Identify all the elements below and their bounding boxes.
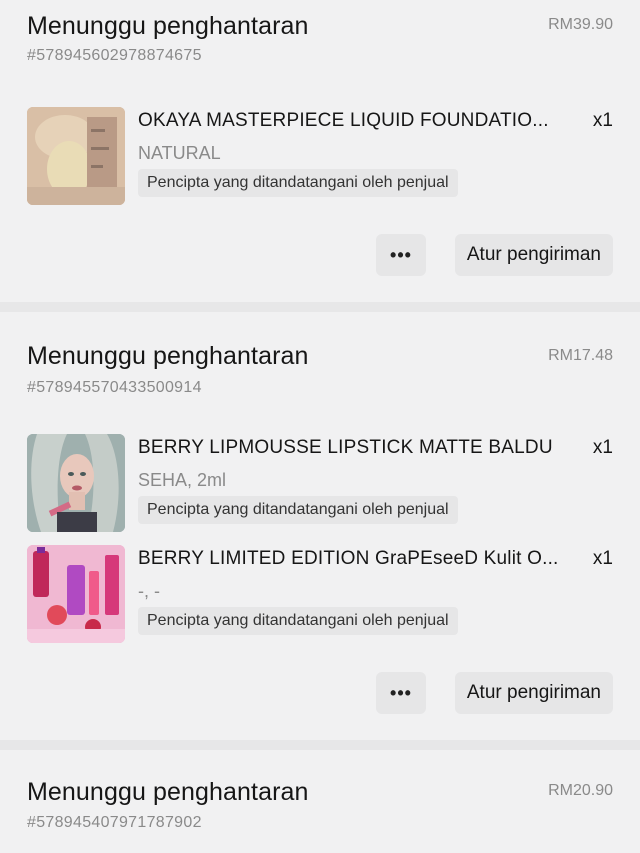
order-card[interactable]: Menunggu penghantaran #57894560297887467… [0, 0, 640, 302]
order-status: Menunggu penghantaran [27, 12, 309, 40]
arrange-shipment-button[interactable]: Atur pengiriman [454, 672, 613, 714]
order-actions: ••• Atur pengiriman [27, 660, 613, 740]
order-list: Menunggu penghantaran #57894560297887467… [0, 0, 640, 852]
product-thumbnail[interactable] [27, 545, 125, 643]
product-item[interactable]: BERRY LIPMOUSSE LIPSTICK MATTE BALDU x1 … [27, 434, 613, 545]
product-quantity: x1 [592, 437, 613, 458]
order-card[interactable]: Menunggu penghantaran #57894540797178790… [0, 772, 640, 852]
more-options-button[interactable]: ••• [376, 672, 426, 714]
order-actions: ••• Atur pengiriman [27, 222, 613, 302]
order-price: RM17.48 [548, 347, 613, 364]
order-header: Menunggu penghantaran #57894540797178790… [27, 772, 613, 852]
order-header: Menunggu penghantaran #57894560297887467… [27, 0, 613, 80]
product-item[interactable]: BERRY LIMITED EDITION GraPEseeD Kulit O.… [27, 545, 613, 656]
product-quantity: x1 [592, 548, 613, 569]
product-variant: NATURAL [138, 143, 221, 163]
product-thumbnail[interactable] [27, 434, 125, 532]
seller-tag: Pencipta yang ditandatangani oleh penjua… [138, 607, 458, 635]
order-status: Menunggu penghantaran [27, 342, 309, 370]
arrange-shipment-button[interactable]: Atur pengiriman [454, 234, 613, 276]
product-name[interactable]: BERRY LIPMOUSSE LIPSTICK MATTE BALDU [138, 437, 568, 459]
product-name[interactable]: OKAYA MASTERPIECE LIQUID FOUNDATIO... [138, 110, 568, 132]
order-card[interactable]: Menunggu penghantaran #57894557043350091… [0, 332, 640, 740]
product-thumbnail[interactable] [27, 107, 125, 205]
product-variant: -, - [138, 581, 160, 601]
seller-tag: Pencipta yang ditandatangani oleh penjua… [138, 169, 458, 197]
order-price: RM20.90 [548, 782, 613, 799]
product-item[interactable]: OKAYA MASTERPIECE LIQUID FOUNDATIO... x1… [27, 107, 613, 218]
seller-tag: Pencipta yang ditandatangani oleh penjua… [138, 496, 458, 524]
order-header: Menunggu penghantaran #57894557043350091… [27, 332, 613, 412]
order-id: #578945570433500914 [27, 379, 202, 396]
order-id: #578945602978874675 [27, 47, 202, 64]
product-variant: SEHA, 2ml [138, 470, 227, 490]
product-quantity: x1 [592, 110, 613, 131]
order-status: Menunggu penghantaran [27, 778, 309, 806]
order-price: RM39.90 [548, 16, 613, 33]
order-id: #578945407971787902 [27, 814, 202, 831]
more-options-button[interactable]: ••• [376, 234, 426, 276]
product-name[interactable]: BERRY LIMITED EDITION GraPEseeD Kulit O.… [138, 548, 568, 570]
